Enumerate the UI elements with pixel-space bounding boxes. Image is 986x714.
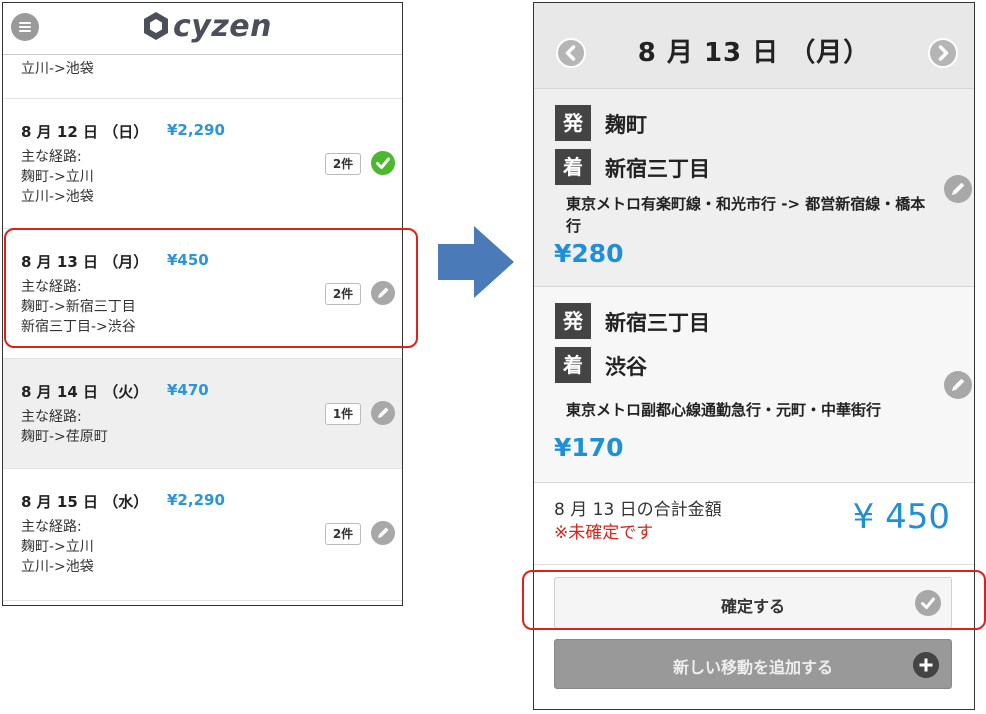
day-row-aug13[interactable]: 8 月 13 日 （月） ¥450 主な経路: 麹町->新宿三丁目 新宿三丁目-…: [3, 229, 402, 359]
routes-label: 主な経路:: [21, 409, 82, 425]
day-list-screen: cyzen 立川->池袋 8 月 12 日 （日） ¥2,290 主な経路: 麹…: [2, 2, 403, 606]
line-description: 東京メトロ副都心線通勤急行・元町・中華街行: [566, 401, 882, 419]
day-routes: 主な経路: 麹町->荏原町: [21, 407, 108, 447]
edit-icon[interactable]: [371, 281, 395, 305]
cyzen-logo: cyzen: [143, 8, 273, 44]
plus-icon: [913, 652, 939, 678]
day-detail-screen: 8 月 13 日 （月） 発 麹町 着 新宿三丁目 東京メトロ有楽町線・和光市行…: [533, 2, 975, 710]
day-total: 8 月 13 日の合計金額 ※未確定です ¥ 450: [534, 483, 974, 565]
day-row-aug14[interactable]: 8 月 14 日 （火） ¥470 主な経路: 麹町->荏原町 1件: [3, 359, 402, 469]
confirm-button[interactable]: 確定する: [554, 577, 952, 629]
route-line: 麹町->立川: [21, 539, 94, 555]
edit-icon[interactable]: [944, 371, 972, 399]
day-amount: ¥450: [167, 251, 209, 269]
departure-tag: 発: [555, 105, 591, 141]
unconfirmed-notice: ※未確定です: [554, 523, 654, 543]
edit-icon[interactable]: [371, 521, 395, 545]
trip-fare: ¥170: [554, 433, 624, 462]
route-line: 麹町->荏原町: [21, 429, 108, 445]
routes-label: 主な経路:: [21, 519, 82, 535]
count-badge: 2件: [325, 523, 361, 545]
route-line: 麹町->立川: [21, 169, 94, 185]
day-row-aug15[interactable]: 8 月 15 日 （水） ¥2,290 主な経路: 麹町->立川 立川->池袋 …: [3, 469, 402, 601]
arrival-tag: 着: [555, 347, 591, 383]
arrival-station: 渋谷: [605, 355, 647, 379]
next-day-button[interactable]: [928, 38, 958, 68]
check-icon: [371, 151, 395, 175]
logo-text: cyzen: [173, 8, 273, 44]
routes-label: 主な経路:: [21, 279, 82, 295]
count-badge: 1件: [325, 403, 361, 425]
confirm-label: 確定する: [720, 597, 785, 616]
edit-icon[interactable]: [944, 175, 972, 203]
day-date: 8 月 15 日 （水）: [21, 493, 149, 511]
route-line: 立川->池袋: [21, 559, 94, 575]
day-routes: 主な経路: 麹町->立川 立川->池袋: [21, 147, 94, 207]
trip-item[interactable]: 発 新宿三丁目 着 渋谷 東京メトロ副都心線通勤急行・元町・中華街行 ¥170: [534, 287, 974, 483]
trip-item[interactable]: 発 麹町 着 新宿三丁目 東京メトロ有楽町線・和光市行 -> 都営新宿線・橋本行…: [534, 89, 974, 287]
routes-label: 主な経路:: [21, 149, 82, 165]
count-badge: 2件: [325, 283, 361, 305]
arrival-tag: 着: [555, 149, 591, 185]
arrow-right-icon: [438, 226, 514, 298]
trip-fare: ¥280: [554, 239, 624, 268]
add-trip-label: 新しい移動を追加する: [672, 658, 833, 677]
hexagon-logo-icon: [144, 12, 168, 40]
departure-tag: 発: [555, 303, 591, 339]
day-amount: ¥2,290: [167, 491, 225, 509]
day-date: 8 月 14 日 （火）: [21, 383, 149, 401]
page-title: 8 月 13 日 （月）: [637, 38, 871, 68]
detail-header: 8 月 13 日 （月）: [534, 3, 974, 89]
route-line: 立川->池袋: [21, 189, 94, 205]
edit-icon[interactable]: [371, 401, 395, 425]
departure-station: 麹町: [605, 113, 647, 137]
route-line: 新宿三丁目->渋谷: [21, 319, 136, 335]
check-circle-icon: [915, 590, 941, 616]
day-date: 8 月 13 日 （月）: [21, 253, 149, 271]
menu-icon[interactable]: [11, 13, 39, 41]
route-line: 立川->池袋: [21, 61, 94, 77]
list-item-partial[interactable]: 立川->池袋: [3, 55, 402, 99]
line-description: 東京メトロ有楽町線・和光市行 -> 都営新宿線・橋本行: [566, 195, 926, 235]
departure-station: 新宿三丁目: [605, 311, 710, 335]
add-trip-button[interactable]: 新しい移動を追加する: [554, 639, 952, 689]
route-line: 麹町->新宿三丁目: [21, 299, 136, 315]
arrival-station: 新宿三丁目: [605, 157, 710, 181]
day-amount: ¥2,290: [167, 121, 225, 139]
day-date: 8 月 12 日 （日）: [21, 123, 149, 141]
day-routes: 主な経路: 麹町->立川 立川->池袋: [21, 517, 94, 577]
day-routes: 主な経路: 麹町->新宿三丁目 新宿三丁目->渋谷: [21, 277, 136, 337]
app-header: cyzen: [3, 3, 402, 55]
count-badge: 2件: [325, 153, 361, 175]
chevron-right-icon: [938, 45, 949, 61]
total-amount: ¥ 450: [852, 497, 950, 537]
day-amount: ¥470: [167, 381, 209, 399]
day-row-aug12[interactable]: 8 月 12 日 （日） ¥2,290 主な経路: 麹町->立川 立川->池袋 …: [3, 99, 402, 229]
total-label: 8 月 13 日の合計金額: [554, 500, 722, 520]
